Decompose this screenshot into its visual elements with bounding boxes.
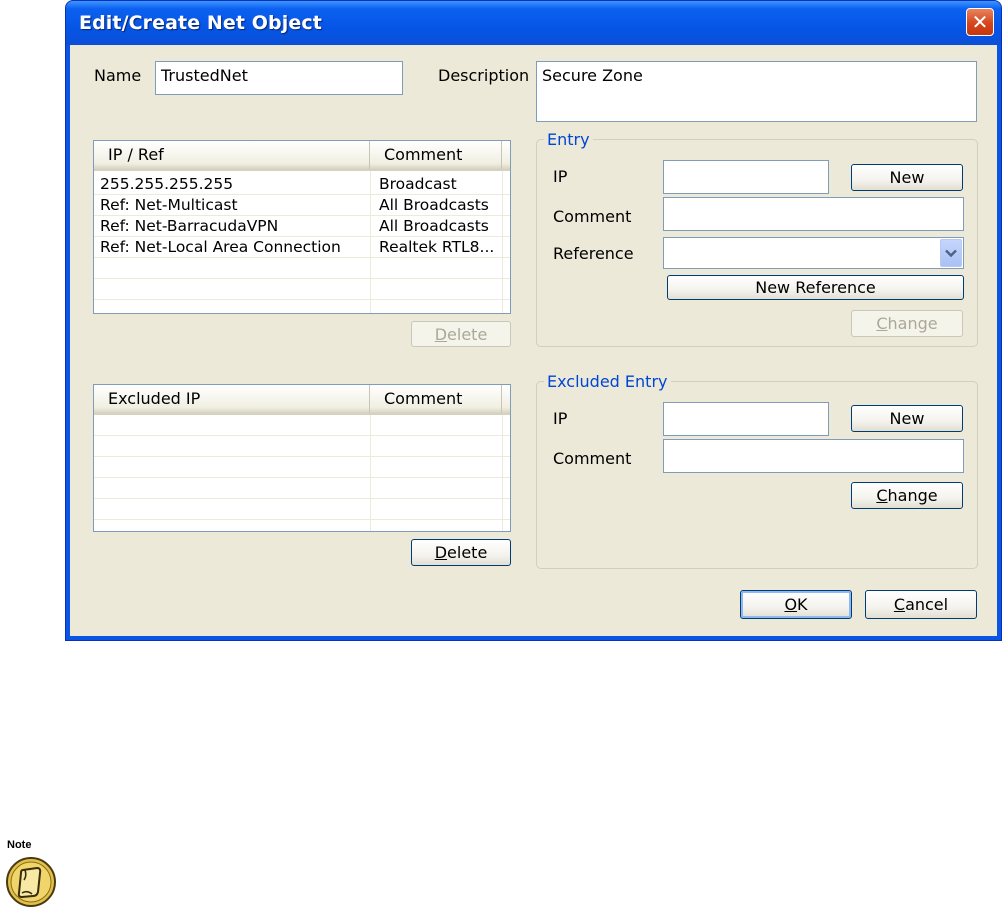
entry-ip-input[interactable] bbox=[663, 160, 829, 194]
description-label: Description bbox=[438, 66, 530, 85]
note-icon bbox=[6, 857, 56, 907]
column-header-ip-ref[interactable]: IP / Ref bbox=[94, 141, 370, 169]
excluded-list-header: Excluded IP Comment bbox=[94, 385, 510, 415]
ip-cell: Ref: Net-BarracudaVPN bbox=[100, 217, 279, 235]
mnemonic: D bbox=[434, 543, 448, 562]
excluded-new-button[interactable]: New bbox=[851, 405, 963, 432]
table-row[interactable]: Ref: Net-Multicast All Broadcasts bbox=[94, 195, 510, 216]
entry-group-title: Entry bbox=[544, 130, 593, 149]
ok-button[interactable]: OK bbox=[740, 590, 852, 619]
mnemonic: D bbox=[434, 324, 448, 344]
empty-row bbox=[94, 478, 510, 499]
mnemonic: O bbox=[784, 595, 798, 614]
title-bar[interactable]: Edit/Create Net Object ✕ bbox=[66, 1, 1001, 45]
comment-cell: All Broadcasts bbox=[379, 217, 489, 235]
button-label-rest: hange bbox=[887, 486, 938, 505]
column-header-excluded-ip[interactable]: Excluded IP bbox=[94, 385, 370, 413]
comment-cell: Realtek RTL8... bbox=[379, 238, 495, 256]
ip-cell: 255.255.255.255 bbox=[100, 175, 234, 193]
excluded-delete-button[interactable]: Delete bbox=[411, 539, 511, 566]
description-input[interactable]: Secure Zone bbox=[536, 61, 977, 122]
ip-cell: Ref: Net-Local Area Connection bbox=[100, 238, 341, 256]
mnemonic: C bbox=[876, 314, 888, 333]
entry-comment-input[interactable] bbox=[663, 197, 964, 231]
table-row[interactable]: 255.255.255.255 Broadcast bbox=[94, 174, 510, 195]
empty-row bbox=[94, 300, 510, 313]
empty-row bbox=[94, 258, 510, 279]
button-label-rest: ancel bbox=[905, 595, 949, 614]
chevron-down-icon bbox=[945, 249, 957, 257]
empty-row bbox=[94, 499, 510, 520]
empty-row bbox=[94, 436, 510, 457]
name-input[interactable]: TrustedNet bbox=[155, 61, 403, 95]
cancel-button[interactable]: Cancel bbox=[865, 590, 977, 619]
ip-list-header: IP / Ref Comment bbox=[94, 141, 510, 171]
reference-label: Reference bbox=[553, 244, 634, 263]
table-row[interactable]: Ref: Net-BarracudaVPN All Broadcasts bbox=[94, 216, 510, 237]
empty-row bbox=[94, 457, 510, 478]
excluded-change-button[interactable]: Change bbox=[851, 482, 963, 509]
button-label-rest: elete bbox=[447, 543, 488, 562]
column-header-comment[interactable]: Comment bbox=[370, 385, 502, 413]
dialog-window: Edit/Create Net Object ✕ Name TrustedNet… bbox=[65, 0, 1002, 641]
note-label: Note bbox=[7, 839, 32, 851]
reference-select[interactable] bbox=[663, 237, 964, 269]
button-label-rest: elete bbox=[447, 324, 488, 344]
button-label-rest: hange bbox=[887, 314, 938, 333]
mnemonic: C bbox=[876, 486, 888, 505]
empty-row bbox=[94, 415, 510, 436]
excluded-ip-list[interactable]: Excluded IP Comment bbox=[93, 384, 511, 532]
entry-change-button[interactable]: Change bbox=[851, 310, 963, 337]
excluded-comment-input[interactable] bbox=[663, 439, 964, 473]
window-title: Edit/Create Net Object bbox=[79, 12, 322, 34]
entry-comment-label: Comment bbox=[553, 207, 632, 226]
excluded-entry-group-title: Excluded Entry bbox=[544, 372, 671, 391]
close-button[interactable]: ✕ bbox=[966, 8, 994, 36]
excluded-ip-input[interactable] bbox=[663, 402, 829, 436]
ip-cell: Ref: Net-Multicast bbox=[100, 196, 238, 214]
entry-new-button[interactable]: New bbox=[851, 164, 963, 191]
ip-ref-list[interactable]: IP / Ref Comment 255.255.255.255 Broadca… bbox=[93, 140, 511, 314]
ip-delete-button[interactable]: Delete bbox=[411, 321, 511, 347]
mnemonic: C bbox=[893, 595, 906, 614]
button-label-rest: K bbox=[797, 595, 808, 614]
close-icon: ✕ bbox=[971, 10, 989, 34]
table-row[interactable]: Ref: Net-Local Area Connection Realtek R… bbox=[94, 237, 510, 258]
dialog-client-area: Name TrustedNet Description Secure Zone … bbox=[70, 45, 997, 636]
excluded-ip-label: IP bbox=[553, 409, 568, 428]
comment-cell: All Broadcasts bbox=[379, 196, 489, 214]
name-label: Name bbox=[94, 66, 142, 85]
column-header-comment[interactable]: Comment bbox=[370, 141, 502, 169]
dropdown-button[interactable] bbox=[940, 239, 962, 267]
excluded-comment-label: Comment bbox=[553, 449, 632, 468]
entry-ip-label: IP bbox=[553, 167, 568, 186]
new-reference-button[interactable]: New Reference bbox=[667, 275, 964, 300]
comment-cell: Broadcast bbox=[379, 175, 457, 193]
empty-row bbox=[94, 279, 510, 300]
